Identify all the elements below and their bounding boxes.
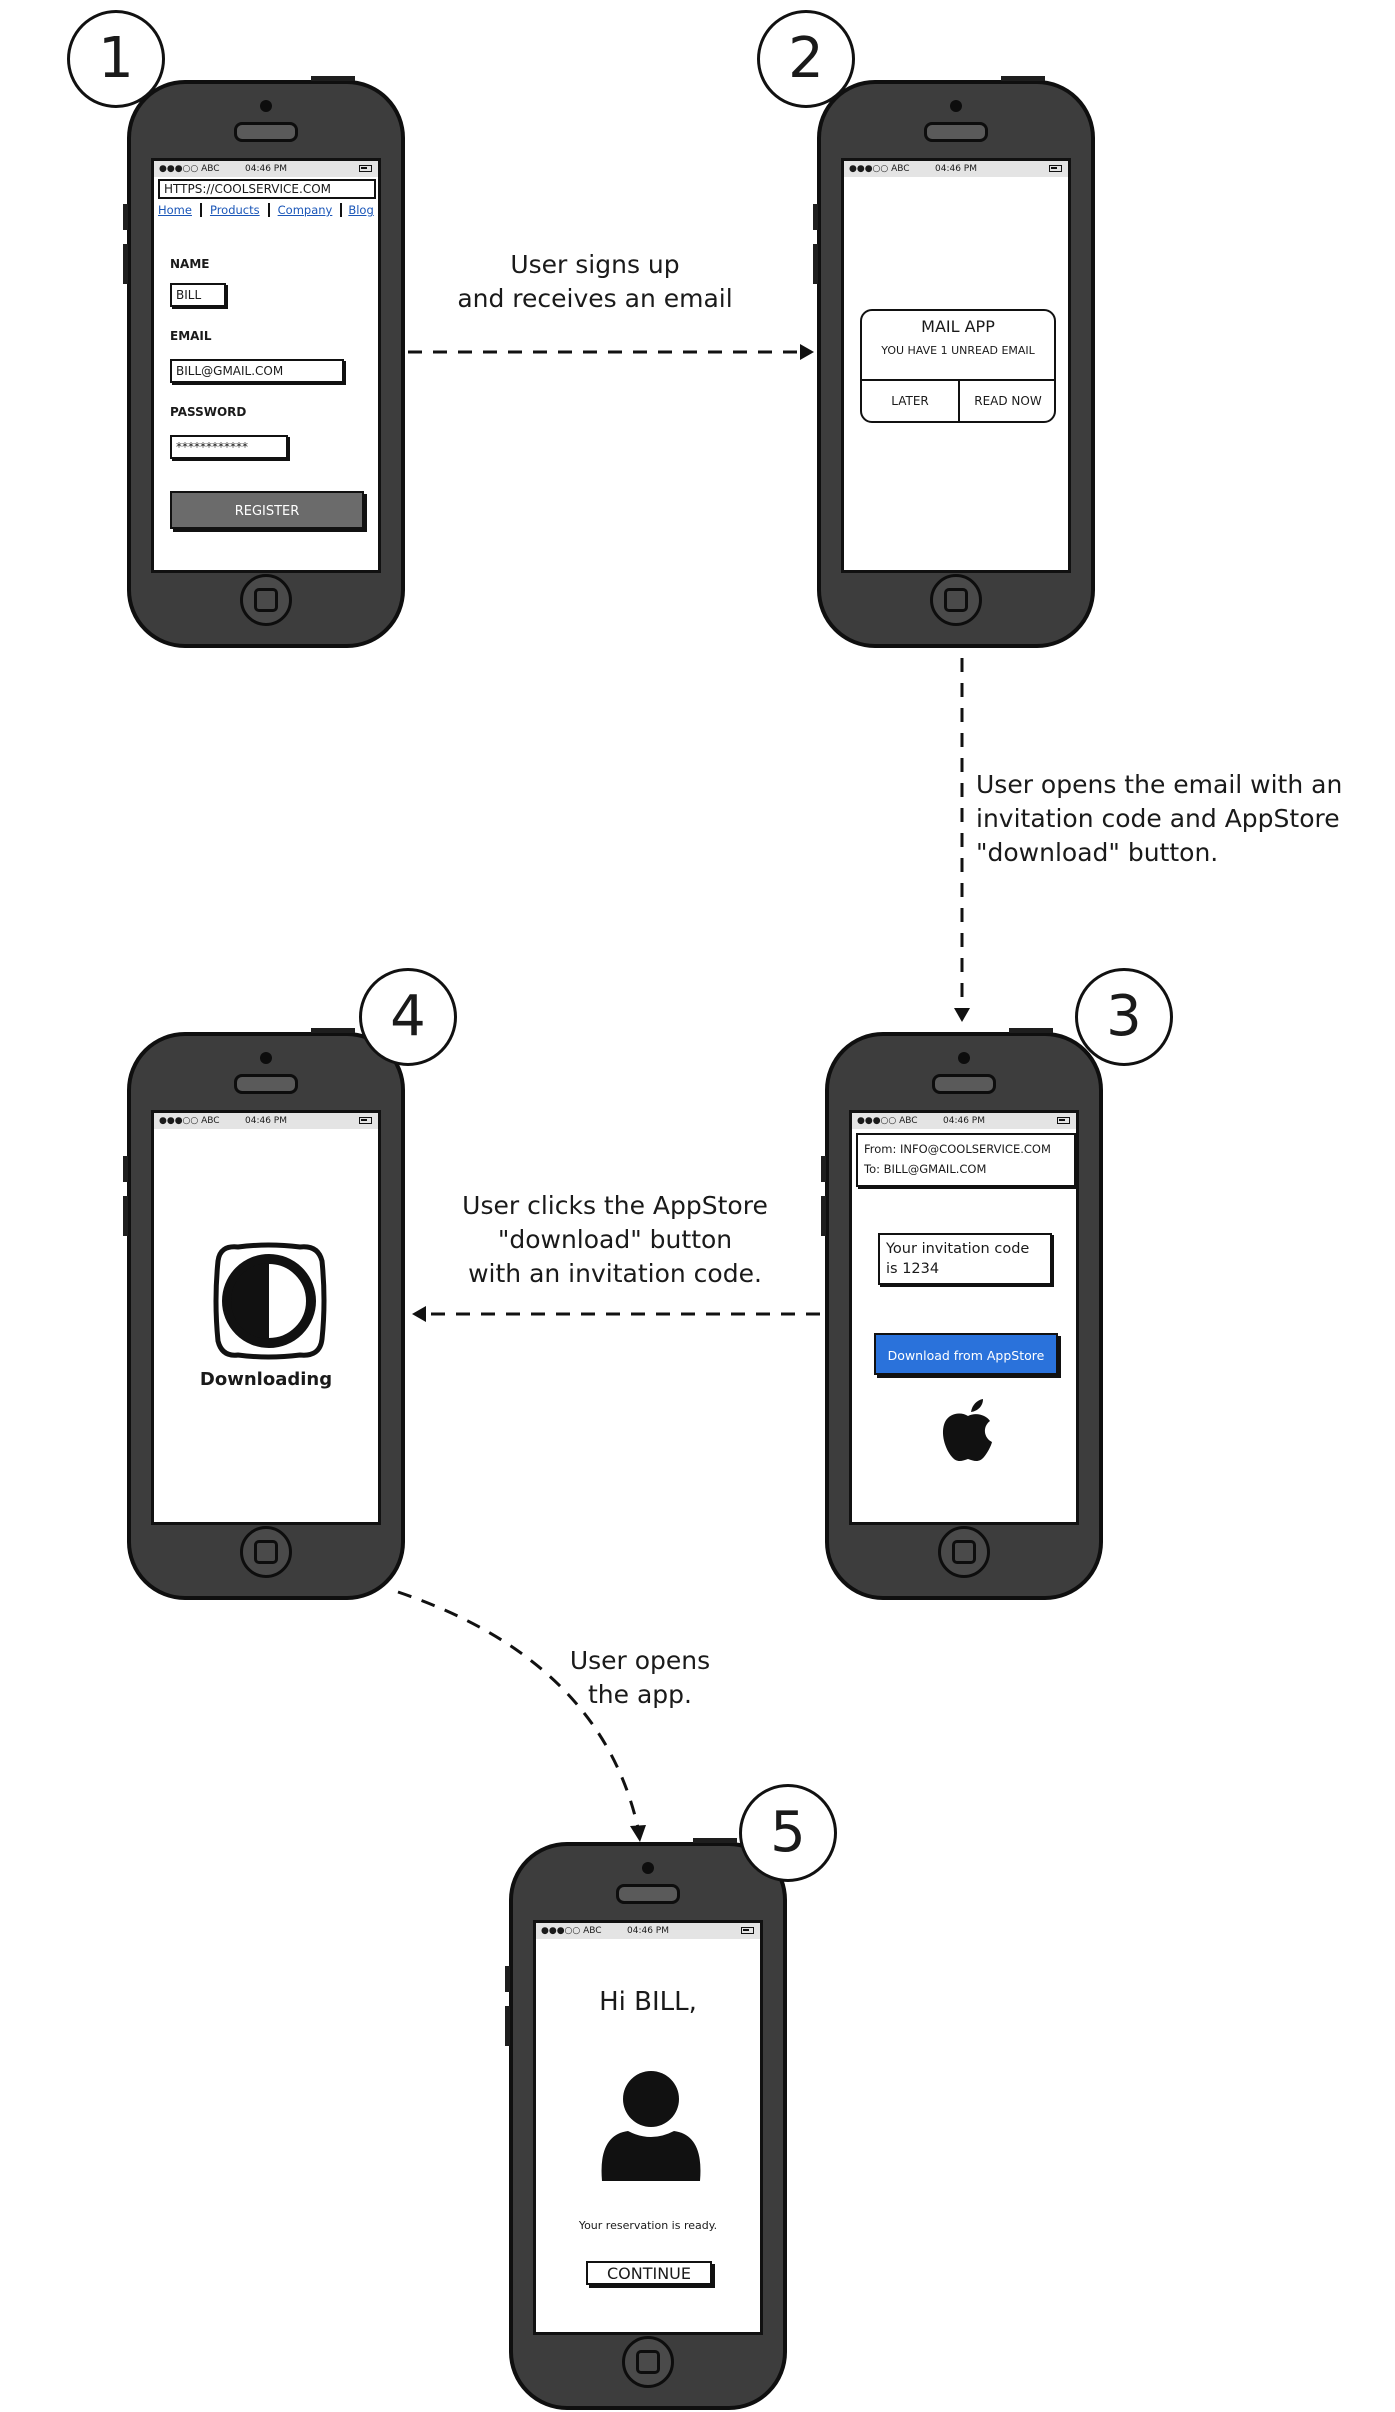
annotation-line: User opens [569,1646,711,1675]
annotation-line: User signs up [510,250,680,279]
status-time: 04:46 PM [245,164,287,174]
alert-title: MAIL APP [921,317,995,336]
alert-message: YOU HAVE 1 UNREAD EMAIL [881,344,1035,357]
downloading-label: Downloading [199,1369,333,1390]
nav-blog[interactable]: Blog [342,203,378,217]
user-avatar-icon [601,2071,701,2181]
status-bar: ●●●○○ ABC 04:46 PM [536,1923,760,1939]
screen-register: ●●●○○ ABC 04:46 PM HTTPS://COOLSERVICE.C… [151,158,381,573]
home-button-icon[interactable] [240,574,292,626]
email-to: To: BILL@GMAIL.COM [864,1162,987,1176]
status-bar: ●●●○○ ABC 04:46 PM [844,161,1068,177]
later-button[interactable]: LATER [862,381,958,421]
annotation-open-email: User opens the email with an invitation … [976,768,1376,870]
annotation-line: and receives an email [457,284,733,313]
apple-logo-icon [942,1399,992,1461]
annotation-line: "download" button [497,1225,733,1254]
step-number-5: 5 [739,1784,837,1882]
annotation-signup: User signs up and receives an email [445,248,745,316]
download-appstore-button[interactable]: Download from AppStore [874,1333,1058,1375]
nav-home[interactable]: Home [154,203,202,217]
screen-welcome: ●●●○○ ABC 04:46 PM Hi BILL, Your reserva… [533,1920,763,2335]
register-button[interactable]: REGISTER [170,491,364,529]
status-bar: ●●●○○ ABC 04:46 PM [154,161,378,177]
home-button-icon[interactable] [622,2336,674,2388]
invite-line-1: Your invitation code [886,1241,1030,1257]
annotation-line: User clicks the AppStore [462,1191,768,1220]
battery-icon [359,165,372,172]
continue-button[interactable]: CONTINUE [586,2261,712,2285]
status-time: 04:46 PM [943,1116,985,1126]
step-number-4: 4 [359,968,457,1066]
email-from: From: INFO@COOLSERVICE.COM [864,1142,1051,1156]
annotation-line: "download" button. [976,838,1219,867]
phone-step-2: ●●●○○ ABC 04:46 PM MAIL APP YOU HAVE 1 U… [813,76,1095,648]
annotation-line: with an invitation code. [468,1259,762,1288]
home-button-icon[interactable] [240,1526,292,1578]
annotation-open-app: User opens the app. [540,1644,740,1712]
battery-icon [1057,1117,1070,1124]
step-number-1: 1 [67,10,165,108]
step-number-3: 3 [1075,968,1173,1066]
email-label: EMAIL [170,329,212,343]
email-field[interactable]: BILL@GMAIL.COM [170,359,344,383]
status-bar: ●●●○○ ABC 04:46 PM [154,1113,378,1129]
nav-company[interactable]: Company [270,203,343,217]
battery-icon [1049,165,1062,172]
greeting: Hi BILL, [599,1987,697,2017]
nav-products[interactable]: Products [202,203,270,217]
screen-email: ●●●○○ ABC 04:46 PM From: INFO@COOLSERVIC… [849,1110,1079,1525]
screen-mail-alert: ●●●○○ ABC 04:46 PM MAIL APP YOU HAVE 1 U… [841,158,1071,573]
annotation-line: the app. [588,1680,692,1709]
phone-step-1: ●●●○○ ABC 04:46 PM HTTPS://COOLSERVICE.C… [123,76,405,648]
screen-downloading: ●●●○○ ABC 04:46 PM Downloading [151,1110,381,1525]
status-time: 04:46 PM [245,1116,287,1126]
annotation-click-download: User clicks the AppStore "download" butt… [440,1189,790,1291]
nav-bar: Home Products Company Blog [154,203,378,217]
name-field[interactable]: BILL [170,283,226,307]
url-bar[interactable]: HTTPS://COOLSERVICE.COM [158,179,376,199]
invite-line-2: is 1234 [886,1261,940,1277]
email-header: From: INFO@COOLSERVICE.COM To: BILL@GMAI… [856,1133,1076,1187]
mail-alert-dialog: MAIL APP YOU HAVE 1 UNREAD EMAIL LATER R… [860,309,1056,423]
password-field[interactable]: ************ [170,435,288,459]
home-button-icon[interactable] [938,1526,990,1578]
phone-step-4: ●●●○○ ABC 04:46 PM Downloading [123,1028,405,1600]
status-time: 04:46 PM [935,164,977,174]
half-circle-app-icon [213,1242,327,1360]
home-button-icon[interactable] [930,574,982,626]
name-label: NAME [170,257,210,271]
battery-icon [359,1117,372,1124]
annotation-line: invitation code and AppStore [976,804,1340,833]
phone-step-3: ●●●○○ ABC 04:46 PM From: INFO@COOLSERVIC… [821,1028,1103,1600]
battery-icon [741,1927,754,1934]
phone-step-5: ●●●○○ ABC 04:46 PM Hi BILL, Your reserva… [505,1838,787,2410]
step-number-2: 2 [757,10,855,108]
status-bar: ●●●○○ ABC 04:46 PM [852,1113,1076,1129]
annotation-line: User opens the email with an [976,770,1343,799]
invitation-code-box: Your invitation code is 1234 [878,1233,1052,1285]
password-label: PASSWORD [170,405,247,419]
reservation-message: Your reservation is ready. [578,2219,718,2232]
status-time: 04:46 PM [627,1926,669,1936]
read-now-button[interactable]: READ NOW [960,381,1056,421]
